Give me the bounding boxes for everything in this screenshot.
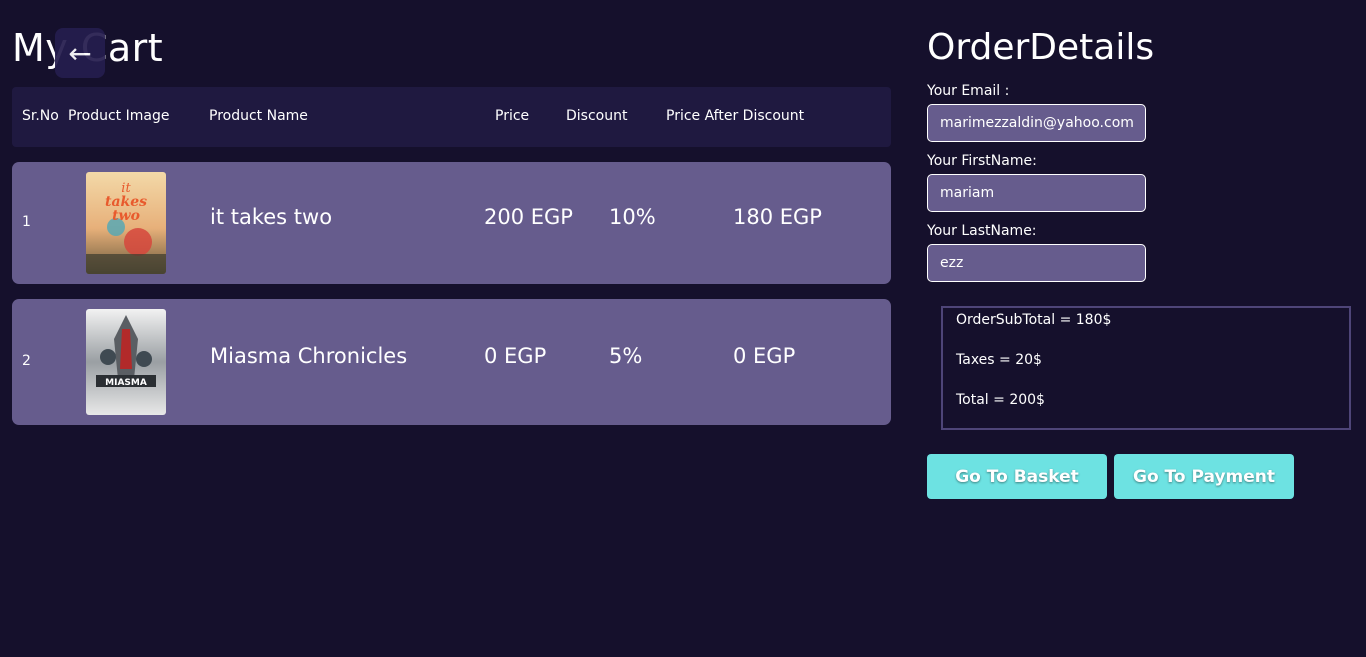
row-price: 0 EGP: [484, 344, 547, 368]
first-name-label: Your FirstName:: [927, 153, 1037, 169]
order-taxes: Taxes = 20$: [956, 352, 1042, 368]
svg-text:MIASMA: MIASMA: [105, 378, 147, 388]
header-srno: Sr.No: [22, 108, 59, 124]
header-product-name: Product Name: [209, 108, 308, 124]
go-to-payment-button[interactable]: Go To Payment: [1114, 454, 1294, 499]
row-discount: 10%: [609, 205, 656, 229]
row-product-name: it takes two: [210, 205, 333, 229]
go-to-basket-button[interactable]: Go To Basket: [927, 454, 1107, 499]
row-srno: 1: [22, 214, 31, 230]
header-product-image: Product Image: [68, 108, 170, 124]
order-total: Total = 200$: [956, 392, 1045, 408]
order-details-title: OrderDetails: [927, 27, 1155, 68]
header-price-after-discount: Price After Discount: [666, 108, 805, 124]
email-label: Your Email :: [927, 83, 1010, 99]
order-summary: OrderSubTotal = 180$ Taxes = 20$ Total =…: [941, 306, 1351, 430]
header-discount: Discount: [566, 108, 628, 124]
table-row: 2 MIASMA Miasma Chronicles 0 EGP 5% 0 EG…: [12, 299, 891, 425]
row-srno: 2: [22, 353, 31, 369]
row-discount: 5%: [609, 344, 643, 368]
row-price-after-discount: 180 EGP: [733, 205, 822, 229]
first-name-field[interactable]: [927, 174, 1146, 212]
svg-text:two: two: [112, 208, 140, 224]
page: My Cart ← Sr.No Product Image Product Na…: [0, 0, 1366, 657]
miasma-chronicles-cover-icon: MIASMA: [86, 309, 166, 415]
row-product-name: Miasma Chronicles: [210, 344, 408, 368]
order-subtotal: OrderSubTotal = 180$: [956, 312, 1112, 328]
header-price: Price: [495, 108, 530, 124]
table-row: 1 it takes two it takes two 200 EGP 10% …: [12, 162, 891, 284]
row-price: 200 EGP: [484, 205, 573, 229]
row-price-after-discount: 0 EGP: [733, 344, 796, 368]
cart-table-header: Sr.No Product Image Product Name Price D…: [12, 87, 891, 147]
back-button[interactable]: ←: [55, 28, 105, 78]
email-field[interactable]: [927, 104, 1146, 142]
it-takes-two-cover-icon: it takes two: [86, 172, 166, 274]
arrow-left-icon: ←: [68, 36, 92, 70]
last-name-field[interactable]: [927, 244, 1146, 282]
last-name-label: Your LastName:: [927, 223, 1037, 239]
